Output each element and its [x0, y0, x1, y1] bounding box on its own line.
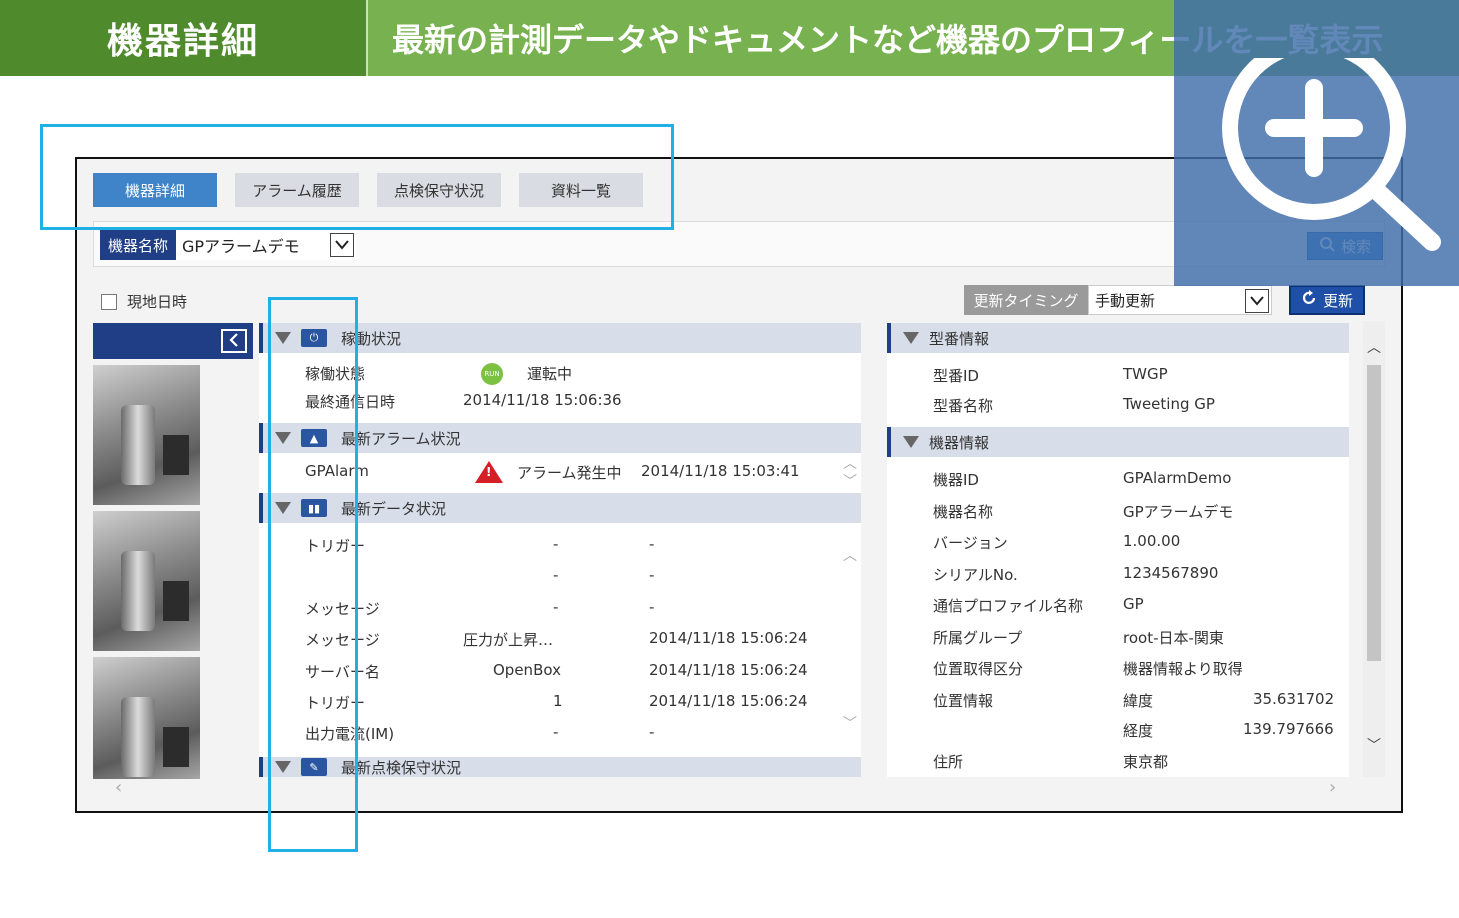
alarm-time: 2014/11/18 15:03:41 — [641, 462, 800, 480]
device-name-value: GPアラームデモ — [182, 237, 300, 256]
data-row-time: - — [649, 598, 655, 616]
info-value: root-日本-関東 — [1123, 629, 1224, 647]
info-label: 機器名称 — [933, 503, 994, 521]
section-model[interactable]: 型番情報 — [887, 323, 1349, 353]
longitude-value: 139.797666 — [1243, 720, 1334, 738]
scroll-left-icon[interactable]: ‹ — [115, 777, 122, 798]
info-value: GPアラームデモ — [1123, 503, 1234, 521]
scroll-right-icon[interactable]: › — [1329, 777, 1336, 798]
section-device-info[interactable]: 機器情報 — [887, 427, 1349, 457]
chevron-up-icon[interactable]: ︿ — [1367, 337, 1381, 357]
scrollbar-thumb[interactable] — [1367, 365, 1381, 661]
chevron-down-icon[interactable] — [1245, 289, 1269, 313]
section-title: 最新点検保守状況 — [341, 758, 462, 777]
device-photo[interactable] — [93, 511, 200, 651]
chevron-up-icon[interactable]: ︿ — [843, 453, 857, 473]
latitude-label: 緯度 — [1123, 692, 1154, 710]
local-time-label: 現地日時 — [127, 293, 188, 311]
refresh-button-label: 更新 — [1322, 291, 1353, 310]
data-row-value: - — [553, 535, 559, 553]
latitude-value: 35.631702 — [1253, 690, 1335, 708]
alarm-status: アラーム発生中 — [517, 464, 622, 482]
location-label: 位置情報 — [933, 692, 994, 710]
device-photo[interactable] — [93, 657, 200, 779]
column-highlight-frame — [268, 297, 358, 852]
data-row-time: - — [649, 566, 655, 584]
vertical-scrollbar[interactable]: ︿ ﹀ — [1363, 321, 1385, 777]
local-time-toggle[interactable]: 現地日時 — [101, 291, 187, 312]
info-panel: 型番情報 型番ID TWGP 型番名称 Tweeting GP 機器情報 機器I… — [887, 323, 1349, 777]
image-panel-header — [93, 323, 253, 359]
tabs-highlight-frame — [40, 124, 674, 230]
section-title: 型番情報 — [929, 329, 990, 348]
update-timing-value: 手動更新 — [1095, 291, 1156, 310]
device-name-label: 機器名称 — [100, 230, 176, 260]
data-row-value: - — [553, 566, 559, 584]
address-label: 住所 — [933, 753, 964, 771]
refresh-button[interactable]: 更新 — [1289, 285, 1365, 315]
info-label: 通信プロファイル名称 — [933, 597, 1084, 615]
info-label: 機器ID — [933, 471, 979, 489]
info-value: GP — [1123, 595, 1144, 613]
chevron-down-icon[interactable] — [330, 233, 354, 257]
chevron-left-icon — [228, 332, 240, 351]
data-row-time: 2014/11/18 15:06:24 — [649, 692, 808, 710]
refresh-icon — [1301, 290, 1317, 310]
collapse-button[interactable] — [221, 329, 247, 353]
chevron-down-icon[interactable]: ﹀ — [843, 471, 857, 491]
address-value: 東京都 — [1123, 753, 1169, 771]
info-label: シリアルNo. — [933, 566, 1018, 584]
model-name-label: 型番名称 — [933, 397, 994, 415]
chevron-down-icon[interactable]: ﹀ — [843, 713, 857, 733]
update-timing-select[interactable]: 手動更新 — [1088, 285, 1272, 315]
model-name-value: Tweeting GP — [1123, 395, 1215, 413]
info-value: 機器情報より取得 — [1123, 660, 1243, 678]
info-value: GPAlarmDemo — [1123, 469, 1232, 487]
zoom-in-icon — [1222, 58, 1441, 251]
data-row-value: 圧力が上昇… — [463, 631, 554, 649]
collapse-triangle-icon — [903, 436, 919, 448]
data-row-value: OpenBox — [493, 661, 561, 679]
data-row-time: 2014/11/18 15:06:24 — [649, 629, 808, 647]
model-id-value: TWGP — [1123, 365, 1168, 383]
data-row-time: - — [649, 723, 655, 741]
device-name-select[interactable]: GPアラームデモ — [176, 230, 356, 260]
alarm-warning-icon: ! — [475, 461, 503, 483]
info-label: 所属グループ — [933, 629, 1023, 647]
data-row-time: 2014/11/18 15:06:24 — [649, 661, 808, 679]
data-row-value: - — [553, 598, 559, 616]
local-time-checkbox[interactable] — [101, 293, 117, 310]
section-title: 機器情報 — [929, 433, 990, 452]
banner-title: 機器詳細 — [0, 0, 366, 76]
longitude-label: 経度 — [1123, 722, 1154, 740]
last-comm-value: 2014/11/18 15:06:36 — [463, 391, 622, 409]
section-title: 最新アラーム状況 — [341, 429, 461, 448]
data-row-value: - — [553, 723, 559, 741]
info-value: 1.00.00 — [1123, 532, 1181, 550]
info-label: バージョン — [933, 534, 1008, 552]
info-label: 位置取得区分 — [933, 660, 1024, 678]
model-id-label: 型番ID — [933, 367, 979, 385]
run-status-icon: RUN — [481, 363, 503, 385]
chevron-down-icon[interactable]: ﹀ — [1367, 735, 1381, 755]
info-value: 1234567890 — [1123, 564, 1219, 582]
data-row-time: - — [649, 535, 655, 553]
collapse-triangle-icon — [903, 332, 919, 344]
status-value: 運転中 — [527, 365, 573, 383]
device-photo[interactable] — [93, 365, 200, 505]
chevron-up-icon[interactable]: ︿ — [843, 545, 857, 565]
device-image-panel — [93, 323, 253, 779]
banner-divider — [366, 0, 368, 76]
zoom-overlay[interactable] — [1174, 0, 1459, 286]
update-timing-label: 更新タイミング — [964, 285, 1088, 315]
data-row-value: 1 — [553, 692, 563, 710]
